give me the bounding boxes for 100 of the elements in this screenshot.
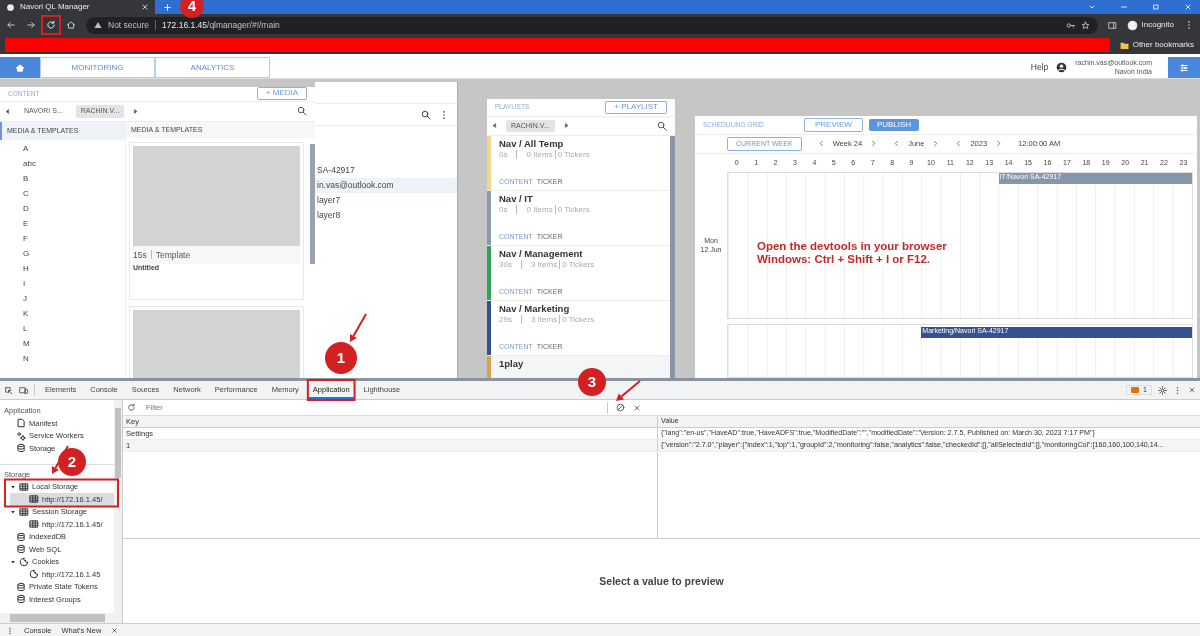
tab-search-icon[interactable]	[1088, 3, 1096, 11]
site-icon	[6, 2, 15, 12]
scrollbar[interactable]	[115, 408, 121, 478]
letter-item[interactable]: C	[23, 188, 29, 199]
scrollbar[interactable]	[670, 136, 675, 378]
new-tab-icon[interactable]	[163, 2, 172, 12]
letter-item[interactable]: N	[23, 353, 29, 364]
letter-item[interactable]: K	[23, 308, 29, 319]
database-icon	[16, 544, 26, 555]
search-icon[interactable]	[421, 109, 431, 120]
profile-button[interactable]: Incognito	[1126, 19, 1174, 31]
device-icon[interactable]	[19, 385, 28, 395]
home-icon	[15, 62, 25, 73]
items-count: 3 Items	[530, 259, 558, 270]
database-icon	[16, 581, 26, 592]
caret-left-icon[interactable]	[491, 122, 498, 130]
close-icon[interactable]	[111, 627, 119, 634]
letter-item[interactable]: B	[23, 173, 29, 184]
search-icon[interactable]	[657, 120, 667, 131]
chevron-right-icon[interactable]	[870, 140, 878, 148]
letter-item[interactable]: abc	[23, 158, 36, 169]
settings-icon[interactable]	[1158, 385, 1167, 395]
url-text: 172.16.1.45/qlmanager/#!/main	[162, 19, 280, 31]
settings-button[interactable]	[1168, 57, 1200, 78]
maximize-icon[interactable]	[1152, 3, 1160, 11]
cookie-icon	[29, 569, 39, 580]
duration-text: 15s	[133, 249, 147, 260]
instruction-text: Windows: Ctrl + Shift + I or F12.	[757, 252, 931, 265]
incognito-icon	[1126, 19, 1138, 31]
chevron-left-icon[interactable]	[817, 140, 825, 148]
caret-left-icon[interactable]	[4, 107, 11, 115]
clear-icon[interactable]	[616, 403, 625, 412]
player-row[interactable]: layer7	[315, 193, 457, 208]
key-icon[interactable]	[1065, 20, 1075, 30]
tickers-count: 0 Tickers	[557, 204, 590, 215]
home-tab[interactable]	[0, 57, 40, 78]
duration-text: 29s	[499, 314, 512, 325]
folder-icon	[1119, 40, 1129, 50]
expand-icon[interactable]	[10, 558, 16, 565]
playlist-item[interactable]: 1play	[487, 356, 670, 378]
search-icon[interactable]	[297, 106, 307, 117]
letter-item[interactable]: I	[23, 278, 26, 289]
nav-tab[interactable]: MONITORING	[40, 57, 155, 78]
letter-item[interactable]: G	[23, 248, 30, 259]
bookmark-folder[interactable]: Other bookmarks	[1119, 40, 1194, 50]
close-icon[interactable]	[1188, 386, 1196, 394]
home-icon[interactable]	[66, 20, 76, 30]
inspect-icon[interactable]	[4, 385, 13, 395]
playlist-name: Nav / IT	[499, 193, 533, 205]
letter-item[interactable]: H	[23, 263, 29, 274]
duration-text: 0s	[499, 149, 508, 160]
security-label: Not secure	[108, 19, 150, 31]
table-icon	[29, 519, 39, 530]
chevron-right-icon[interactable]	[932, 140, 940, 148]
refresh-icon[interactable]	[127, 403, 136, 412]
database-icon	[16, 443, 26, 454]
scrollbar[interactable]	[310, 143, 315, 264]
nav-tab[interactable]: ANALYTICS	[155, 57, 270, 78]
address-bar[interactable]: Not secure 172.16.1.45/qlmanager/#!/main	[86, 16, 1098, 34]
letter-item[interactable]: L	[23, 323, 28, 334]
reload-icon[interactable]	[46, 20, 56, 30]
delete-icon[interactable]	[633, 403, 641, 412]
settings-icon	[1179, 62, 1189, 73]
letter-item[interactable]: F	[23, 233, 28, 244]
help-link[interactable]: Help	[1030, 62, 1049, 73]
table-icon	[19, 481, 29, 492]
table-icon	[19, 506, 29, 517]
tab-title: Navori QL Manager	[20, 2, 90, 12]
expand-icon[interactable]	[10, 483, 16, 490]
tickers-count: 0 Tickers	[557, 149, 590, 160]
type-text: Template	[155, 249, 191, 260]
player-row[interactable]: layer8	[315, 208, 457, 223]
more-icon[interactable]	[6, 626, 14, 635]
cookie-icon	[19, 556, 29, 567]
scrollbar[interactable]	[10, 614, 105, 622]
side-panel-icon[interactable]	[1107, 20, 1117, 30]
chevron-left-icon[interactable]	[893, 140, 901, 148]
browser-tab[interactable]: Navori QL Manager	[0, 0, 155, 14]
instruction-text: Open the devtools in your browser	[757, 240, 947, 252]
chevron-right-icon[interactable]	[995, 140, 1003, 148]
items-count: 0 Items	[526, 149, 553, 160]
letter-item[interactable]: E	[23, 218, 29, 229]
bookmark-icon[interactable]	[1080, 20, 1090, 30]
caret-right-icon[interactable]	[132, 107, 140, 115]
letter-item[interactable]: A	[23, 143, 29, 154]
user-icon[interactable]	[1056, 62, 1068, 73]
chevron-left-icon[interactable]	[955, 140, 963, 148]
preview-message: Select a value to preview	[599, 574, 724, 588]
step-number: 2	[58, 448, 86, 476]
player-row[interactable]: in.vas@outlook.com	[315, 178, 457, 193]
back-icon[interactable]	[6, 20, 16, 30]
forward-icon[interactable]	[26, 20, 36, 30]
caret-right-icon[interactable]	[562, 122, 570, 130]
letter-item[interactable]: M	[23, 338, 30, 349]
letter-item[interactable]: J	[23, 293, 27, 304]
step-number: 4	[180, 0, 204, 18]
playlist-name: Nav / All Temp	[499, 138, 564, 150]
expand-icon[interactable]	[10, 508, 16, 515]
player-row[interactable]: SA-42917	[315, 163, 457, 178]
letter-item[interactable]: D	[23, 203, 29, 214]
